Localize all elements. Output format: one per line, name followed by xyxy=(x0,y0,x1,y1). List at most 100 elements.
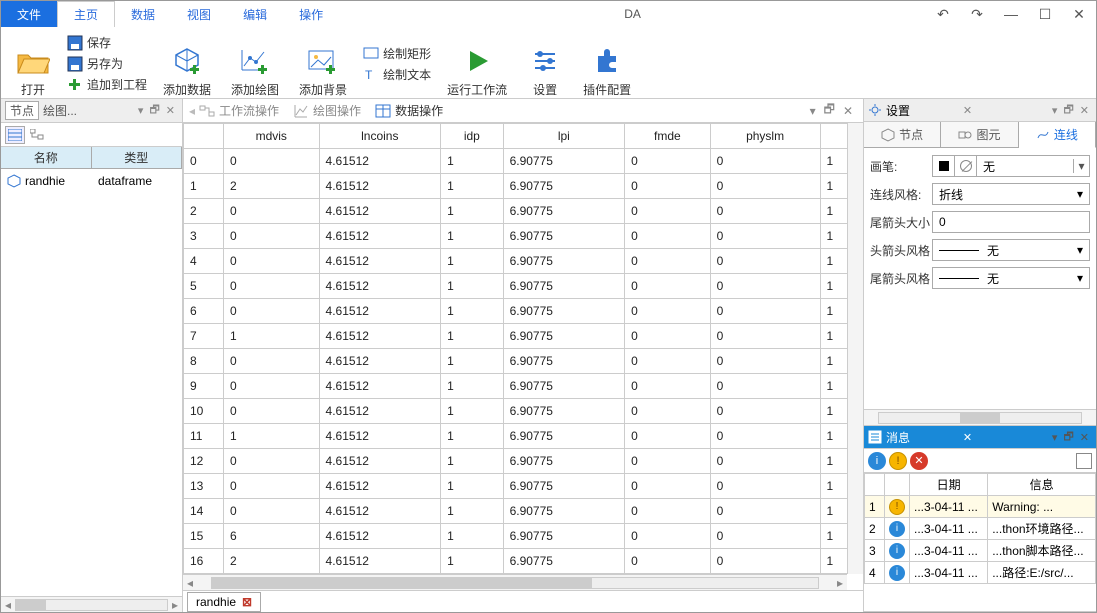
left-columns: 名称 类型 xyxy=(1,147,182,169)
tool-flowop[interactable]: 工作流操作 xyxy=(199,102,279,119)
table-row[interactable]: 1304.6151216.90775001 xyxy=(184,474,863,499)
pin-icon[interactable]: 🗗 xyxy=(824,100,835,121)
menu-data[interactable]: 数据 xyxy=(115,1,171,27)
table-row[interactable]: 1114.6151216.90775001 xyxy=(184,424,863,449)
ribbon-addplot[interactable]: 添加绘图 xyxy=(221,29,289,98)
menu-file[interactable]: 文件 xyxy=(1,1,57,27)
pin-icon[interactable]: 🗗 xyxy=(1063,428,1073,447)
prop-tailsize-value[interactable]: 0 xyxy=(932,211,1090,233)
rtab-line[interactable]: 连线 xyxy=(1019,122,1096,148)
close-button[interactable]: ✕ xyxy=(1062,6,1096,23)
ribbon-plugins[interactable]: 插件配置 xyxy=(573,29,641,98)
ribbon-addbg[interactable]: 添加背景 xyxy=(289,29,357,98)
info-filter-icon[interactable]: i xyxy=(868,452,886,470)
redo-icon[interactable]: ↷ xyxy=(960,6,994,23)
data-grid[interactable]: mdvislncoinsidplpifmdephyslm004.6151216.… xyxy=(183,123,863,590)
left-col-name[interactable]: 名称 xyxy=(1,147,92,168)
msg-row[interactable]: 2i...3-04-11 ......thon环境路径... xyxy=(865,518,1096,540)
close-icon[interactable]: ✕ xyxy=(843,104,853,118)
close-icon[interactable]: ✕ xyxy=(1080,104,1089,117)
msg-row[interactable]: 3i...3-04-11 ......thon脚本路径... xyxy=(865,540,1096,562)
dropdown-icon[interactable]: ▾ xyxy=(138,104,144,117)
left-col-type[interactable]: 类型 xyxy=(92,147,183,168)
left-tab-node[interactable]: 节点 xyxy=(5,101,39,120)
list-view-icon[interactable] xyxy=(5,126,25,144)
tool-plotop[interactable]: 绘图操作 xyxy=(293,102,361,119)
color-swatch-black[interactable] xyxy=(933,156,955,176)
close-icon[interactable]: ✕ xyxy=(963,431,972,444)
undo-icon[interactable]: ↶ xyxy=(926,6,960,23)
close-icon[interactable]: ✕ xyxy=(963,104,972,117)
table-row[interactable]: 204.6151216.90775001 xyxy=(184,199,863,224)
close-icon[interactable]: ✕ xyxy=(1080,431,1089,444)
ribbon-runflow[interactable]: 运行工作流 xyxy=(437,29,517,98)
table-row[interactable]: 1204.6151216.90775001 xyxy=(184,449,863,474)
left-tab-plot[interactable]: 绘图... xyxy=(39,102,81,119)
table-row[interactable]: 124.6151216.90775001 xyxy=(184,174,863,199)
tree-view-icon[interactable] xyxy=(27,126,47,144)
ribbon-addproj[interactable]: 追加到工程 xyxy=(67,76,147,93)
ribbon-settings[interactable]: 设置 xyxy=(517,29,573,98)
prop-brush-value[interactable]: 无 ▾ xyxy=(932,155,1090,177)
msg-grid[interactable]: 日期信息1!...3-04-11 ...Warning: ...2i...3-0… xyxy=(864,473,1096,611)
prop-headstyle-value[interactable]: 无▾ xyxy=(932,239,1090,261)
shapes-icon xyxy=(958,128,972,142)
left-hscroll[interactable]: ◂▸ xyxy=(1,596,182,612)
chevron-down-icon[interactable]: ▾ xyxy=(1077,243,1083,257)
chevron-down-icon[interactable]: ▾ xyxy=(1073,159,1089,173)
ribbon-drawtext[interactable]: T绘制文本 xyxy=(363,66,431,83)
grid-hscroll[interactable]: ◂▸ xyxy=(183,574,847,590)
left-item-randhie[interactable]: randhie dataframe xyxy=(1,169,182,193)
ribbon-open[interactable]: 打开 xyxy=(5,29,61,98)
pin-icon[interactable]: 🗗 xyxy=(149,101,159,120)
error-filter-icon[interactable]: ✕ xyxy=(910,452,928,470)
color-swatch-none[interactable] xyxy=(955,156,977,176)
table-row[interactable]: 304.6151216.90775001 xyxy=(184,224,863,249)
ribbon-saveas[interactable]: 另存为 xyxy=(67,55,123,72)
ribbon-save[interactable]: 保存 xyxy=(67,34,111,51)
table-row[interactable]: 904.6151216.90775001 xyxy=(184,374,863,399)
menu-view[interactable]: 视图 xyxy=(171,1,227,27)
menu-op[interactable]: 操作 xyxy=(283,1,339,27)
rtab-prim[interactable]: 图元 xyxy=(941,122,1018,147)
table-row[interactable]: 404.6151216.90775001 xyxy=(184,249,863,274)
table-row[interactable]: 1624.6151216.90775001 xyxy=(184,549,863,574)
tab-close-icon[interactable]: ⊠ xyxy=(242,595,252,609)
warn-filter-icon[interactable]: ! xyxy=(889,452,907,470)
table-row[interactable]: 604.6151216.90775001 xyxy=(184,299,863,324)
chevron-down-icon[interactable]: ▾ xyxy=(1077,271,1083,285)
ribbon-drawrect[interactable]: 绘制矩形 xyxy=(363,45,431,62)
pin-icon[interactable]: 🗗 xyxy=(1063,101,1073,120)
prop-brush: 画笔: 无 ▾ xyxy=(870,152,1090,180)
menu-home[interactable]: 主页 xyxy=(57,1,115,27)
table-row[interactable]: 1564.6151216.90775001 xyxy=(184,524,863,549)
ribbon-adddata[interactable]: 添加数据 xyxy=(153,29,221,98)
grid-vscroll[interactable] xyxy=(847,123,863,574)
chevron-left-icon[interactable]: ◂ xyxy=(189,104,195,118)
settings-hscroll[interactable] xyxy=(864,409,1096,425)
tool-dataop[interactable]: 数据操作 xyxy=(375,102,443,119)
chevron-down-icon[interactable]: ▾ xyxy=(1077,187,1083,201)
table-row[interactable]: 804.6151216.90775001 xyxy=(184,349,863,374)
prop-tailstyle-value[interactable]: 无▾ xyxy=(932,267,1090,289)
close-icon[interactable]: ✕ xyxy=(166,104,175,117)
rtab-node[interactable]: 节点 xyxy=(864,122,941,147)
table-row[interactable]: 1004.6151216.90775001 xyxy=(184,399,863,424)
prop-linestyle-value[interactable]: 折线▾ xyxy=(932,183,1090,205)
tab-randhie[interactable]: randhie⊠ xyxy=(187,592,261,612)
table-row[interactable]: 714.6151216.90775001 xyxy=(184,324,863,349)
dropdown-icon[interactable]: ▾ xyxy=(1052,431,1058,444)
menu-edit[interactable]: 编辑 xyxy=(227,1,283,27)
table-row[interactable]: 1404.6151216.90775001 xyxy=(184,499,863,524)
left-panel: 节点 绘图... ▾ 🗗 ✕ 名称 类型 randhie dataframe ◂… xyxy=(1,99,183,612)
minimize-button[interactable]: — xyxy=(994,6,1028,22)
table-row[interactable]: 004.6151216.90775001 xyxy=(184,149,863,174)
msg-row[interactable]: 1!...3-04-11 ...Warning: ... xyxy=(865,496,1096,518)
dropdown-icon[interactable]: ▾ xyxy=(810,104,816,118)
msg-row[interactable]: 4i...3-04-11 ......路径:E:/src/... xyxy=(865,562,1096,584)
printer-icon[interactable] xyxy=(1076,453,1092,469)
dropdown-icon[interactable]: ▾ xyxy=(1052,104,1058,117)
plot-icon xyxy=(293,103,309,119)
table-row[interactable]: 504.6151216.90775001 xyxy=(184,274,863,299)
maximize-button[interactable]: ☐ xyxy=(1028,6,1062,23)
